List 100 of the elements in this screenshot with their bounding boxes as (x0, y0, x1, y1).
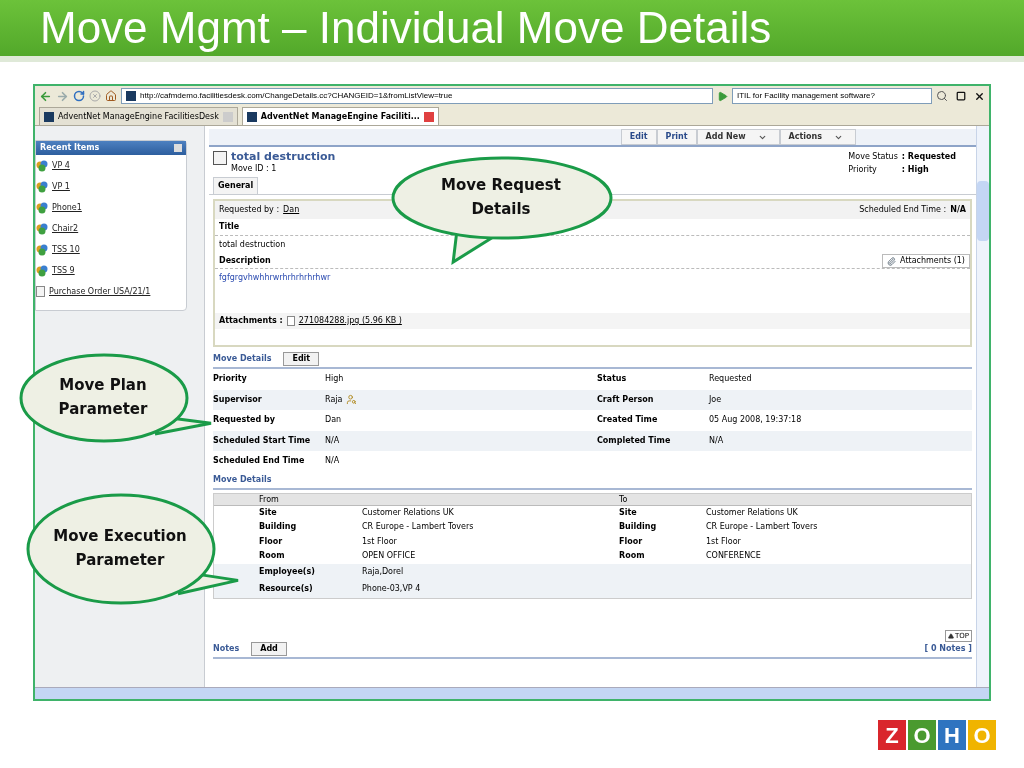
person-search-icon[interactable] (346, 394, 358, 406)
field-label: Requested by (213, 414, 276, 427)
stop-icon[interactable] (89, 90, 101, 102)
section-heading: Move Details (213, 474, 272, 484)
horizontal-scrollbar[interactable] (35, 687, 989, 699)
description-text: fgfgrgvhwhhrwrhrhrhrhrhwr (218, 272, 332, 284)
asset-icon (36, 159, 48, 172)
url-text: http://cafmdemo.facilitiesdesk.com/ChangeDetails.cc?CHANGEID=1&fromListView=true (140, 90, 453, 102)
close-icon[interactable] (974, 90, 985, 102)
recent-item-link[interactable]: TSS 9 (52, 264, 75, 277)
vertical-scrollbar[interactable] (976, 126, 989, 687)
table-cell-text: CR Europe - Lambert Tovers (706, 521, 819, 534)
field-label: Building (619, 521, 658, 534)
field-label: Room (619, 550, 646, 563)
field-label: Room (259, 550, 286, 563)
column-header: From (259, 493, 280, 506)
recent-item-link[interactable]: Chair2 (52, 222, 79, 235)
go-icon[interactable] (717, 90, 728, 102)
table-cell-text: 1st Floor (706, 535, 742, 548)
requester-link[interactable]: Dan (283, 204, 300, 216)
site-icon (126, 91, 136, 101)
callout-text: Move Plan Parameter (57, 375, 149, 420)
action-button[interactable]: Print (656, 129, 697, 145)
table-cell-text: CONFERENCE (706, 550, 762, 563)
field-label: Completed Time (597, 434, 672, 447)
edit-button[interactable]: Edit (283, 352, 320, 366)
field-label: Craft Person (597, 393, 655, 406)
asset-icon (36, 243, 48, 256)
field-label: Supervisor (213, 393, 263, 406)
logo-letter: O (968, 720, 996, 750)
forward-icon[interactable] (56, 89, 69, 103)
slide-title: Move Mgmt – Individual Move Details (40, 6, 772, 50)
add-button[interactable]: Add (251, 642, 287, 656)
panel-title: Recent Items (40, 142, 100, 154)
scheduled-end-value: N/A (950, 204, 966, 216)
field-label: Scheduled Start Time (213, 434, 312, 447)
field-value: Dan (325, 414, 342, 427)
scheduled-end-label: Scheduled End Time : (859, 204, 947, 216)
status-label: Move Status (848, 151, 898, 163)
field-label: Scheduled End Time (213, 455, 306, 468)
menu-button[interactable]: Add New (696, 129, 780, 145)
attachments-button[interactable]: Attachments (1) (882, 254, 970, 268)
request-title: total destruction (231, 151, 336, 163)
field-label: Site (259, 506, 278, 519)
field-value: Requested (709, 373, 753, 386)
requested-by-label: Requested by : (219, 204, 280, 216)
logo-letter: Z (878, 720, 906, 750)
table-cell-text: OPEN OFFICE (362, 550, 417, 563)
asset-icon (36, 201, 48, 214)
callout-text: Move Request Details (440, 175, 562, 220)
table-cell-text: 1st Floor (362, 535, 398, 548)
table-cell-text: Phone-03,VP 4 (362, 583, 422, 595)
field-label: Status (597, 373, 628, 386)
logo-letter: O (908, 720, 936, 750)
recent-item-link[interactable]: TSS 10 (52, 243, 80, 256)
browser-tab[interactable]: AdventNet ManageEngine FacilitiesDesk (39, 107, 238, 125)
recent-item-link[interactable]: Phone1 (52, 201, 82, 214)
asset-icon (36, 180, 48, 193)
address-field[interactable]: http://cafmdemo.facilitiesdesk.com/ChangeDetails.cc?CHANGEID=1&fromListView=true (121, 88, 713, 104)
action-button[interactable]: Edit (620, 129, 657, 145)
search-field[interactable]: ITIL for Facility management software? (732, 88, 932, 104)
field-value: N/A (325, 455, 340, 468)
field-label: Description (218, 255, 272, 267)
field-label: Site (619, 506, 638, 519)
table-cell-text: Raja,Dorel (362, 566, 405, 578)
field-label: Floor (619, 535, 644, 548)
priority-value: : High (901, 164, 930, 176)
column-header: To (619, 493, 629, 506)
up-icon (948, 632, 954, 639)
field-value: N/A (709, 434, 725, 447)
field-label: Floor (259, 535, 284, 548)
browser-tab[interactable]: AdventNet ManageEngine Faciliti... (241, 107, 439, 125)
table-cell-text: Customer Relations UK (362, 506, 455, 519)
search-icon[interactable] (936, 90, 948, 102)
attachment-link[interactable]: 271084288.jpg (5.96 KB ) (298, 315, 402, 327)
recent-item-link[interactable]: VP 4 (52, 159, 70, 172)
field-label: Created Time (597, 414, 659, 427)
field-value: Joe (709, 393, 723, 406)
table-cell-text: Customer Relations UK (706, 506, 799, 519)
file-icon (286, 316, 295, 326)
callout-text: Move Execution Parameter (52, 526, 188, 571)
move-id: Move ID : 1 (231, 163, 278, 175)
restore-icon[interactable] (956, 91, 966, 101)
field-value: High (325, 373, 344, 386)
field-label: Building (259, 521, 298, 534)
field-label: Employee(s) (259, 566, 316, 578)
asset-icon (36, 264, 48, 277)
menu-button[interactable]: Actions (779, 129, 856, 145)
reload-icon[interactable] (73, 90, 85, 102)
general-tab[interactable]: General (213, 177, 259, 194)
recent-item-link[interactable]: VP 1 (52, 180, 70, 193)
field-value: 05 Aug 2008, 19:37:18 (709, 414, 803, 427)
notes-count-link[interactable]: [ 0 Notes ] (924, 643, 972, 655)
home-icon[interactable] (105, 90, 117, 102)
title-value: total destruction (218, 239, 287, 251)
back-icon[interactable] (39, 89, 52, 103)
recent-item-link[interactable]: Purchase Order USA/21/1 (49, 285, 151, 298)
field-value: Raja (325, 393, 343, 406)
priority-label: Priority (848, 164, 878, 176)
attachments-label: Attachments : (219, 315, 283, 327)
